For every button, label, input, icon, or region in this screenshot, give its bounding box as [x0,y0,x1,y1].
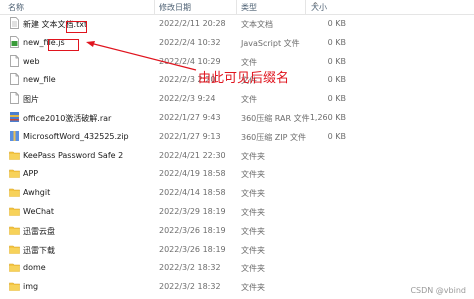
folder-icon [9,186,20,198]
file-date: 2022/4/21 22:30 [159,150,226,160]
file-row[interactable]: Awhgit 2022/4/14 18:58 文件夹 [0,184,474,202]
file-type: 文件夹 [241,170,265,180]
file-date: 2022/2/4 10:29 [159,56,221,66]
file-name: APP [23,169,39,179]
column-header-type[interactable]: 类型 [241,2,257,13]
generic-file-icon [9,54,20,67]
file-name: office2010激活破解.rar [23,114,112,123]
file-type: 文件 [241,57,257,67]
file-type: 文本文档 [241,20,273,29]
extension-highlight-box [48,39,79,51]
folder-icon [9,224,20,236]
file-date: 2022/4/14 18:58 [159,188,226,198]
file-type: 360压缩 RAR 文件 [241,114,310,123]
file-row[interactable]: img 2022/3/2 18:32 文件夹 [0,278,474,296]
file-date: 2022/3/29 18:19 [159,207,226,216]
file-type: 文件夹 [241,264,265,274]
folder-icon [9,149,20,161]
watermark: CSDN @vbind [410,286,466,295]
file-type: 文件夹 [241,245,265,255]
generic-file-icon [9,92,20,105]
file-name: web [23,56,40,66]
column-header-size[interactable]: 大小 [311,2,327,13]
file-row[interactable]: office2010激活破解.rar 2022/1/27 9:43 360压缩 RA… [0,109,474,127]
file-name: Awhgit [23,188,51,198]
file-row[interactable]: APP 2022/4/19 18:58 文件夹 [0,165,474,183]
file-size: 0 KB [327,75,346,85]
extension-highlight-box [66,21,87,33]
file-name: 图片 [23,95,39,105]
file-type: 文件 [241,95,257,105]
file-row[interactable]: MicrosoftWord_432525.zip 2022/1/27 9:13 36… [0,128,474,146]
generic-file-icon [9,73,20,86]
file-type: 文件夹 [241,208,265,217]
column-header-bar: 名称 ^ 修改日期 类型 大小 [0,0,474,15]
file-type: 文件夹 [241,189,265,199]
file-date: 2022/3/2 18:32 [159,263,221,273]
folder-icon [9,167,20,179]
column-header-date[interactable]: 修改日期 [159,2,191,13]
file-date: 2022/2/4 10:32 [159,37,221,47]
file-size: 0 KB [327,56,346,66]
column-header-name[interactable]: 名称 [8,2,24,13]
file-date: 2022/1/27 9:13 [159,131,221,141]
file-size: 0 KB [327,37,346,47]
file-name: 迅雷云盘 [23,226,55,236]
text-file-icon [9,17,20,29]
file-date: 2022/3/26 18:19 [159,244,226,254]
file-name: MicrosoftWord_432525.zip [23,131,129,141]
file-date: 2022/4/19 18:58 [159,169,226,179]
file-row[interactable]: 图片 2022/2/3 9:24 文件 0 KB [0,90,474,108]
file-date: 2022/2/3 9:24 [159,94,216,104]
file-size: 1,260 KB [309,113,346,122]
file-date: 2022/2/11 20:28 [159,19,226,28]
file-name: KeePass Password Safe 2 [23,150,124,160]
file-row[interactable]: 迅雷下载 2022/3/26 18:19 文件夹 [0,241,474,259]
file-size: 0 KB [327,94,346,104]
file-type: 文件夹 [241,283,265,293]
file-date: 2022/1/27 9:43 [159,113,221,122]
file-type: 文件夹 [241,151,265,161]
file-name: 迅雷下载 [23,245,55,255]
file-name: img [23,282,39,292]
file-row[interactable]: WeChat 2022/3/29 18:19 文件夹 [0,203,474,221]
annotation-text: 由此可见后缀名 [198,71,290,86]
file-row[interactable]: dome 2022/3/2 18:32 文件夹 [0,259,474,277]
file-date: 2022/3/2 18:32 [159,282,221,292]
file-size: 0 KB [327,131,346,141]
zip-archive-icon [9,130,20,142]
column-divider[interactable] [236,0,237,14]
column-divider[interactable] [154,0,155,14]
js-file-icon [9,35,20,48]
file-row[interactable]: KeePass Password Safe 2 2022/4/21 22:30 文件… [0,147,474,165]
folder-icon [9,280,20,292]
file-size: 0 KB [327,19,346,28]
rar-archive-icon [9,111,20,123]
file-type: JavaScript 文件 [241,38,300,48]
file-type: 文件夹 [241,226,265,236]
folder-icon [9,205,20,217]
file-date: 2022/3/26 18:19 [159,225,226,235]
folder-icon [9,261,20,273]
column-divider[interactable] [305,0,306,14]
folder-icon [9,243,20,255]
file-name: new_file [23,75,56,85]
file-name: dome [23,263,46,273]
file-name: WeChat [23,207,55,216]
file-row[interactable]: 迅雷云盘 2022/3/26 18:19 文件夹 [0,222,474,240]
file-type: 360压缩 ZIP 文件 [241,132,307,142]
